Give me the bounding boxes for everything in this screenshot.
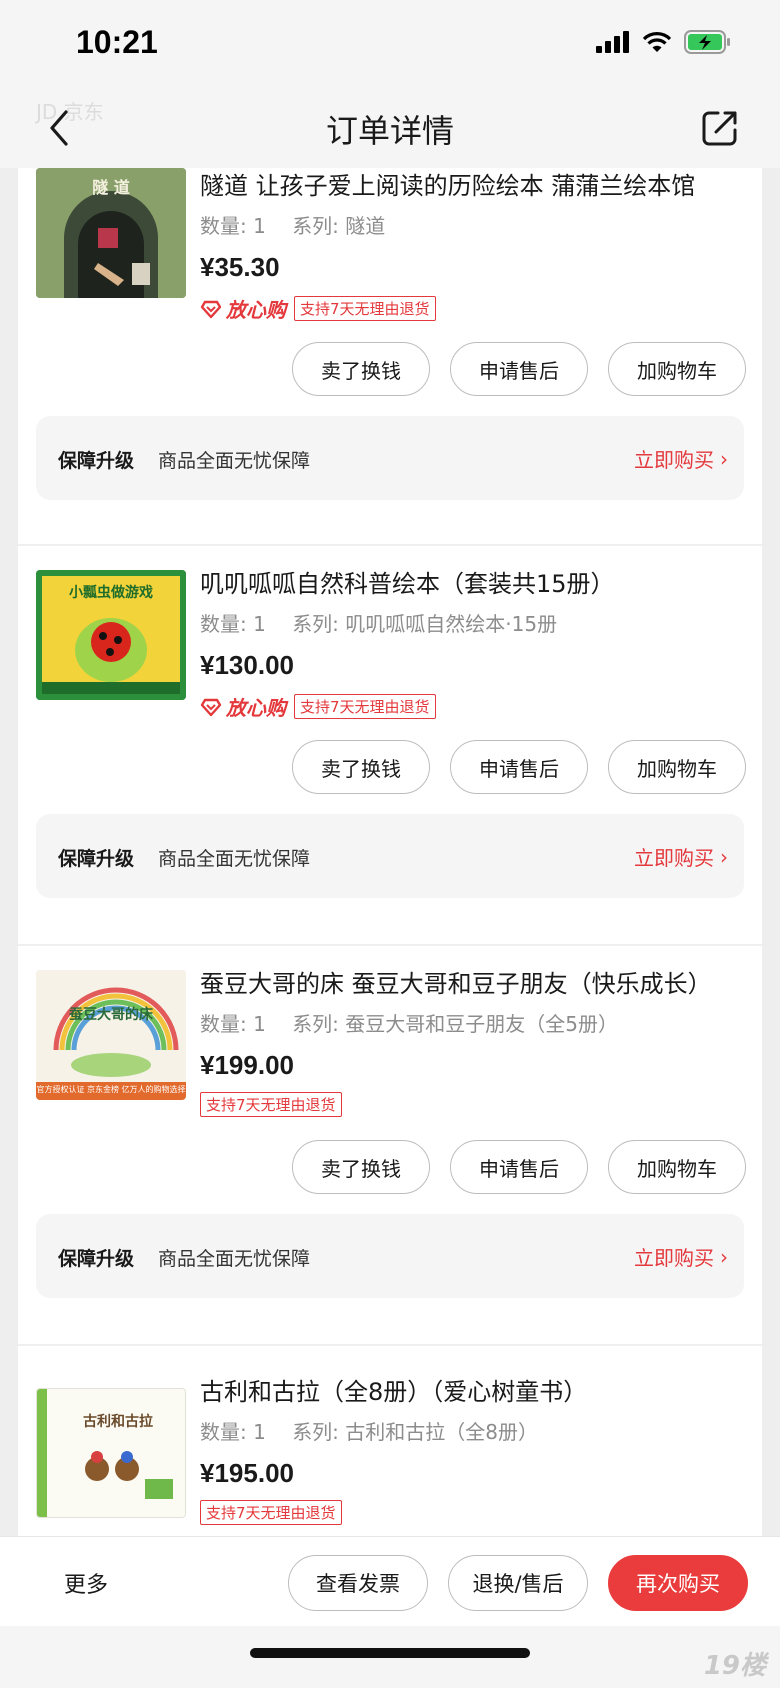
status-time: 10:21 bbox=[76, 24, 158, 60]
nav-bar: JD 京东 订单详情 bbox=[0, 88, 780, 168]
product-tags: 支持7天无理由退货 bbox=[200, 1500, 342, 1525]
product-meta: 数量: 1 系列: 古利和古拉（全8册） bbox=[200, 1416, 538, 1445]
guarantee-desc: 商品全面无忧保障 bbox=[158, 1248, 311, 1270]
guarantee-banner[interactable]: 保障升级 商品全面无忧保障 立即购买 › bbox=[36, 416, 744, 500]
product-qty: 数量: 1 bbox=[200, 1420, 266, 1444]
trust-badge-label: 放心购 bbox=[226, 696, 286, 720]
product-series: 系列: 隧道 bbox=[292, 214, 386, 238]
product-actions: 卖了换钱 申请售后 加购物车 bbox=[292, 342, 746, 396]
product-actions: 卖了换钱 申请售后 加购物车 bbox=[292, 1140, 746, 1194]
product-qty: 数量: 1 bbox=[200, 214, 266, 238]
product-thumbnail[interactable]: 隧 道 bbox=[36, 168, 186, 298]
product-series: 系列: 古利和古拉（全8册） bbox=[292, 1420, 539, 1444]
order-item: 蚕豆大哥的床 官方授权认证 京东金榜 亿万人的购物选择 蚕豆大哥的床 蚕豆大哥和… bbox=[18, 944, 762, 1344]
page-title: 订单详情 bbox=[325, 112, 454, 150]
sell-button[interactable]: 卖了换钱 bbox=[292, 342, 430, 396]
return-policy-tag: 支持7天无理由退货 bbox=[294, 296, 436, 321]
rebuy-button[interactable]: 再次购买 bbox=[608, 1555, 748, 1611]
product-price: ¥199.00 bbox=[200, 1050, 294, 1080]
product-title[interactable]: 隧道 让孩子爱上阅读的历险绘本 蒲蒲兰绘本馆 bbox=[200, 168, 740, 201]
sell-button[interactable]: 卖了换钱 bbox=[292, 1140, 430, 1194]
add-cart-button[interactable]: 加购物车 bbox=[608, 342, 746, 396]
product-series: 系列: 蚕豆大哥和豆子朋友（全5册） bbox=[292, 1012, 619, 1036]
trust-badge: 放心购 bbox=[200, 692, 286, 721]
guarantee-desc: 商品全面无忧保障 bbox=[158, 450, 311, 472]
product-series: 系列: 叽叽呱呱自然绘本·15册 bbox=[292, 612, 558, 636]
product-title[interactable]: 叽叽呱呱自然科普绘本（套装共15册） bbox=[200, 564, 740, 599]
product-tags: 支持7天无理由退货 bbox=[200, 1092, 342, 1117]
product-qty: 数量: 1 bbox=[200, 612, 266, 636]
product-tags: 放心购 支持7天无理由退货 bbox=[200, 294, 436, 323]
after-sale-button[interactable]: 申请售后 bbox=[450, 342, 588, 396]
signal-icon bbox=[596, 31, 629, 53]
order-item: 小瓢虫做游戏 叽叽呱呱自然科普绘本（套装共15册） 数量: 1 系列: 叽叽呱呱… bbox=[18, 544, 762, 944]
more-button[interactable]: 更多 bbox=[64, 1567, 108, 1599]
product-qty: 数量: 1 bbox=[200, 1012, 266, 1036]
guarantee-desc: 商品全面无忧保障 bbox=[158, 848, 311, 870]
product-meta: 数量: 1 系列: 蚕豆大哥和豆子朋友（全5册） bbox=[200, 1008, 618, 1037]
wifi-icon bbox=[642, 32, 672, 52]
product-price: ¥195.00 bbox=[200, 1458, 294, 1488]
home-indicator-area: 19楼 bbox=[0, 1626, 780, 1688]
after-sale-button[interactable]: 申请售后 bbox=[450, 740, 588, 794]
cover-title: 隧 道 bbox=[92, 178, 130, 197]
product-price: ¥35.30 bbox=[200, 252, 280, 282]
after-sale-button[interactable]: 申请售后 bbox=[450, 1140, 588, 1194]
trust-badge: 放心购 bbox=[200, 294, 286, 323]
product-meta: 数量: 1 系列: 叽叽呱呱自然绘本·15册 bbox=[200, 608, 557, 637]
product-meta: 数量: 1 系列: 隧道 bbox=[200, 210, 385, 239]
product-thumbnail[interactable]: 蚕豆大哥的床 官方授权认证 京东金榜 亿万人的购物选择 bbox=[36, 970, 186, 1100]
status-icons bbox=[596, 30, 732, 54]
view-invoice-button[interactable]: 查看发票 bbox=[288, 1555, 428, 1611]
product-tags: 放心购 支持7天无理由退货 bbox=[200, 692, 436, 721]
return-policy-tag: 支持7天无理由退货 bbox=[200, 1092, 342, 1117]
book-cover-guri-gura bbox=[37, 1389, 185, 1517]
product-actions: 卖了换钱 申请售后 加购物车 bbox=[292, 740, 746, 794]
diamond-heart-icon bbox=[200, 698, 222, 716]
return-policy-tag: 支持7天无理由退货 bbox=[200, 1500, 342, 1525]
buy-now-link[interactable]: 立即购买 › bbox=[634, 444, 728, 473]
buy-now-link[interactable]: 立即购买 › bbox=[634, 842, 728, 871]
guarantee-label: 保障升级 bbox=[58, 848, 135, 870]
guarantee-banner[interactable]: 保障升级 商品全面无忧保障 立即购买 › bbox=[36, 1214, 744, 1298]
product-title[interactable]: 古利和古拉（全8册）（爱心树童书） bbox=[200, 1372, 740, 1407]
chevron-right-icon: › bbox=[720, 446, 728, 471]
home-indicator[interactable] bbox=[250, 1648, 530, 1658]
bottom-action-bar: 更多 查看发票 退换/售后 再次购买 bbox=[0, 1536, 780, 1626]
diamond-heart-icon bbox=[200, 300, 222, 318]
product-thumbnail[interactable]: 古利和古拉 bbox=[36, 1388, 186, 1518]
guarantee-label: 保障升级 bbox=[58, 450, 135, 472]
product-thumbnail[interactable]: 小瓢虫做游戏 bbox=[36, 570, 186, 700]
product-price: ¥130.00 bbox=[200, 650, 294, 680]
return-after-sale-button[interactable]: 退换/售后 bbox=[448, 1555, 588, 1611]
cover-title: 古利和古拉 bbox=[83, 1414, 153, 1430]
cover-title: 小瓢虫做游戏 bbox=[69, 585, 153, 601]
battery-charging-icon bbox=[684, 30, 730, 54]
order-items-list[interactable]: 隧 道 隧道 让孩子爱上阅读的历险绘本 蒲蒲兰绘本馆 数量: 1 系列: 隧道 … bbox=[18, 168, 762, 1536]
trust-badge-label: 放心购 bbox=[226, 298, 286, 322]
add-cart-button[interactable]: 加购物车 bbox=[608, 1140, 746, 1194]
guarantee-banner[interactable]: 保障升级 商品全面无忧保障 立即购买 › bbox=[36, 814, 744, 898]
chevron-right-icon: › bbox=[720, 1244, 728, 1269]
cover-footer: 官方授权认证 京东金榜 亿万人的购物选择 bbox=[36, 1085, 186, 1094]
cover-title: 蚕豆大哥的床 bbox=[69, 1007, 153, 1023]
status-bar: 10:21 bbox=[0, 0, 780, 88]
site-watermark-logo: 19楼 bbox=[703, 1651, 766, 1681]
chevron-right-icon: › bbox=[720, 844, 728, 869]
product-title[interactable]: 蚕豆大哥的床 蚕豆大哥和豆子朋友（快乐成长） bbox=[200, 964, 740, 999]
book-cover-broad-bean bbox=[36, 970, 186, 1100]
return-policy-tag: 支持7天无理由退货 bbox=[294, 694, 436, 719]
share-icon[interactable] bbox=[700, 108, 740, 148]
order-item: 古利和古拉 古利和古拉（全8册）（爱心树童书） 数量: 1 系列: 古利和古拉（… bbox=[18, 1344, 762, 1536]
add-cart-button[interactable]: 加购物车 bbox=[608, 740, 746, 794]
sell-button[interactable]: 卖了换钱 bbox=[292, 740, 430, 794]
guarantee-label: 保障升级 bbox=[58, 1248, 135, 1270]
buy-now-link[interactable]: 立即购买 › bbox=[634, 1242, 728, 1271]
